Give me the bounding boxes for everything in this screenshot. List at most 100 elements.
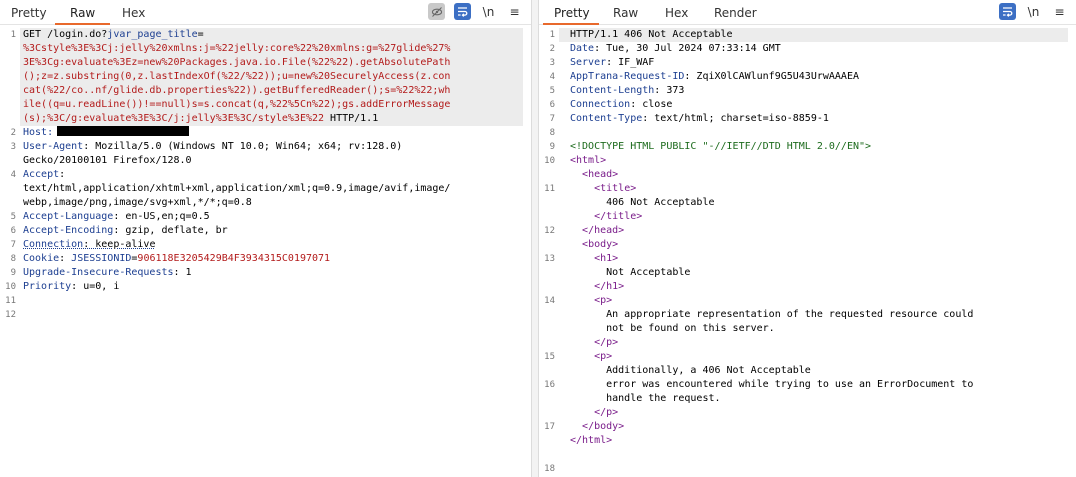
code-line: <p> — [570, 294, 1068, 308]
code-token: User-Agent — [23, 141, 84, 152]
tab-pretty[interactable]: Pretty — [11, 6, 47, 20]
code-token: HTTP/1.1 406 Not Acceptable — [570, 29, 733, 40]
code-line: <!DOCTYPE HTML PUBLIC "-//IETF//DTD HTML… — [570, 140, 1068, 154]
code-line: cat(%22/co..nf/glide.db.properties%22)).… — [23, 84, 523, 98]
line-number: 9 — [549, 142, 555, 152]
response-editor[interactable]: 1 HTTP/1.1 406 Not Acceptable 2 Date: Tue, … — [539, 25, 1076, 477]
line-number: 12 — [544, 226, 555, 236]
code-line: ();z=z.substring(0,z.lastIndexOf(%22/%22… — [23, 70, 523, 84]
code-token: Accept-Language — [23, 211, 114, 222]
line-number: 2 — [10, 128, 16, 138]
line-number: 14 — [544, 296, 555, 306]
line-number: 2 — [549, 44, 555, 54]
code-token: Connection — [23, 239, 84, 250]
request-editor[interactable]: 1 GET /login.do?jvar_page_title= %3Cstyle%… — [0, 25, 531, 477]
code-line: 406 Not Acceptable — [570, 196, 1068, 210]
code-token: : close — [630, 99, 673, 110]
code-token: Upgrade-Insecure-Requests — [23, 267, 174, 278]
tab-render[interactable]: Render — [714, 6, 757, 20]
wrap-lines-icon[interactable] — [999, 3, 1016, 20]
line-number: 4 — [10, 170, 16, 180]
request-toolbar: \n ≡ — [428, 3, 523, 20]
code-line: Host: — [23, 126, 523, 140]
code-token: error was encountered while trying to us… — [570, 379, 974, 390]
code-token: : IF_WAF — [606, 57, 655, 68]
eye-off-icon[interactable] — [428, 3, 445, 20]
tab-pretty[interactable]: Pretty — [554, 6, 590, 20]
code-token: HTTP/1.1 — [324, 113, 379, 124]
code-line: Accept-Language: en-US,en;q=0.5 — [23, 210, 523, 224]
line-number: 6 — [10, 226, 16, 236]
code-line: <body> — [570, 238, 1068, 252]
code-token: AppTrana-Request-ID — [570, 71, 685, 82]
wrap-lines-icon[interactable] — [454, 3, 471, 20]
menu-icon[interactable]: ≡ — [1051, 3, 1068, 20]
code-token: <body> — [582, 239, 619, 250]
code-token: handle the request. — [570, 393, 721, 404]
newline-icon[interactable]: \n — [1025, 3, 1042, 20]
code-line: handle the request. — [570, 392, 1068, 406]
code-token: Content-Length — [570, 85, 655, 96]
code-token: Priority — [23, 281, 72, 292]
redacted-host-value — [57, 126, 190, 136]
line-number: 18 — [544, 464, 555, 474]
tab-raw[interactable]: Raw — [70, 6, 95, 20]
line-number: 4 — [549, 72, 555, 82]
code-token: Cookie — [23, 253, 60, 264]
code-line: ile((q=u.readLine())!==null)s=s.concat(q… — [23, 98, 523, 112]
code-line: An appropriate representation of the req… — [570, 308, 1068, 322]
code-token: : ZqiX0lCAWlunf9G5U43UrwAAAEA — [684, 71, 859, 82]
line-number: 8 — [549, 128, 555, 138]
code-line: </p> — [570, 406, 1068, 420]
line-number: 16 — [544, 380, 555, 390]
line-number: 12 — [5, 310, 16, 320]
code-token: <head> — [582, 169, 619, 180]
tab-hex[interactable]: Hex — [122, 6, 145, 20]
code-token: cat(%22/co..nf/glide.db.properties%22)).… — [23, 85, 451, 96]
code-line: Cookie: JSESSIONID=906118E3205429B4F3934… — [23, 252, 523, 266]
code-token: Accept — [23, 169, 60, 180]
code-token: Server — [570, 57, 607, 68]
pane-divider[interactable] — [531, 0, 539, 477]
code-line: Accept: — [23, 168, 523, 182]
line-number: 3 — [10, 142, 16, 152]
code-token: </h1> — [594, 281, 625, 292]
code-token: Accept-Encoding — [23, 225, 114, 236]
code-line: GET /login.do?jvar_page_title= — [23, 28, 523, 42]
code-line: </p> — [570, 336, 1068, 350]
tab-hex[interactable]: Hex — [665, 6, 688, 20]
line-number: 1 — [10, 30, 16, 40]
line-number: 13 — [544, 254, 555, 264]
code-token: </title> — [594, 211, 643, 222]
line-number: 7 — [549, 114, 555, 124]
code-line: not be found on this server. — [570, 322, 1068, 336]
code-line: Not Acceptable — [570, 266, 1068, 280]
code-token: 3E%3Cg:evaluate%3Ez=new%20Packages.java.… — [23, 57, 451, 68]
code-line: </body> — [570, 420, 1068, 434]
code-token: text/html,application/xhtml+xml,applicat… — [23, 183, 451, 194]
code-token: %3Cstyle%3E%3Cj:jelly%20xmlns:j=%22jelly… — [23, 43, 451, 54]
line-number: 11 — [544, 184, 555, 194]
code-token: GET /login.do? — [23, 29, 108, 40]
menu-icon[interactable]: ≡ — [506, 3, 523, 20]
code-token: : u=0, i — [71, 281, 120, 292]
newline-icon[interactable]: \n — [480, 3, 497, 20]
code-line: </title> — [570, 210, 1068, 224]
tab-raw[interactable]: Raw — [613, 6, 638, 20]
code-token: 906118E3205429B4F3934315C0197071 — [137, 253, 331, 264]
code-line: Connection: close — [570, 98, 1068, 112]
code-token: : Mozilla/5.0 (Windows NT 10.0; Win64; x… — [83, 141, 403, 152]
code-token: Additionally, a 406 Not Acceptable — [570, 365, 811, 376]
response-tabbar: Pretty Raw Hex Render \n ≡ — [539, 0, 1076, 25]
code-token: </head> — [582, 225, 625, 236]
code-token: webp,image/png,image/svg+xml,*/*;q=0.8 — [23, 197, 252, 208]
code-line: </h1> — [570, 280, 1068, 294]
code-token: : Tue, 30 Jul 2024 07:33:14 GMT — [594, 43, 781, 54]
